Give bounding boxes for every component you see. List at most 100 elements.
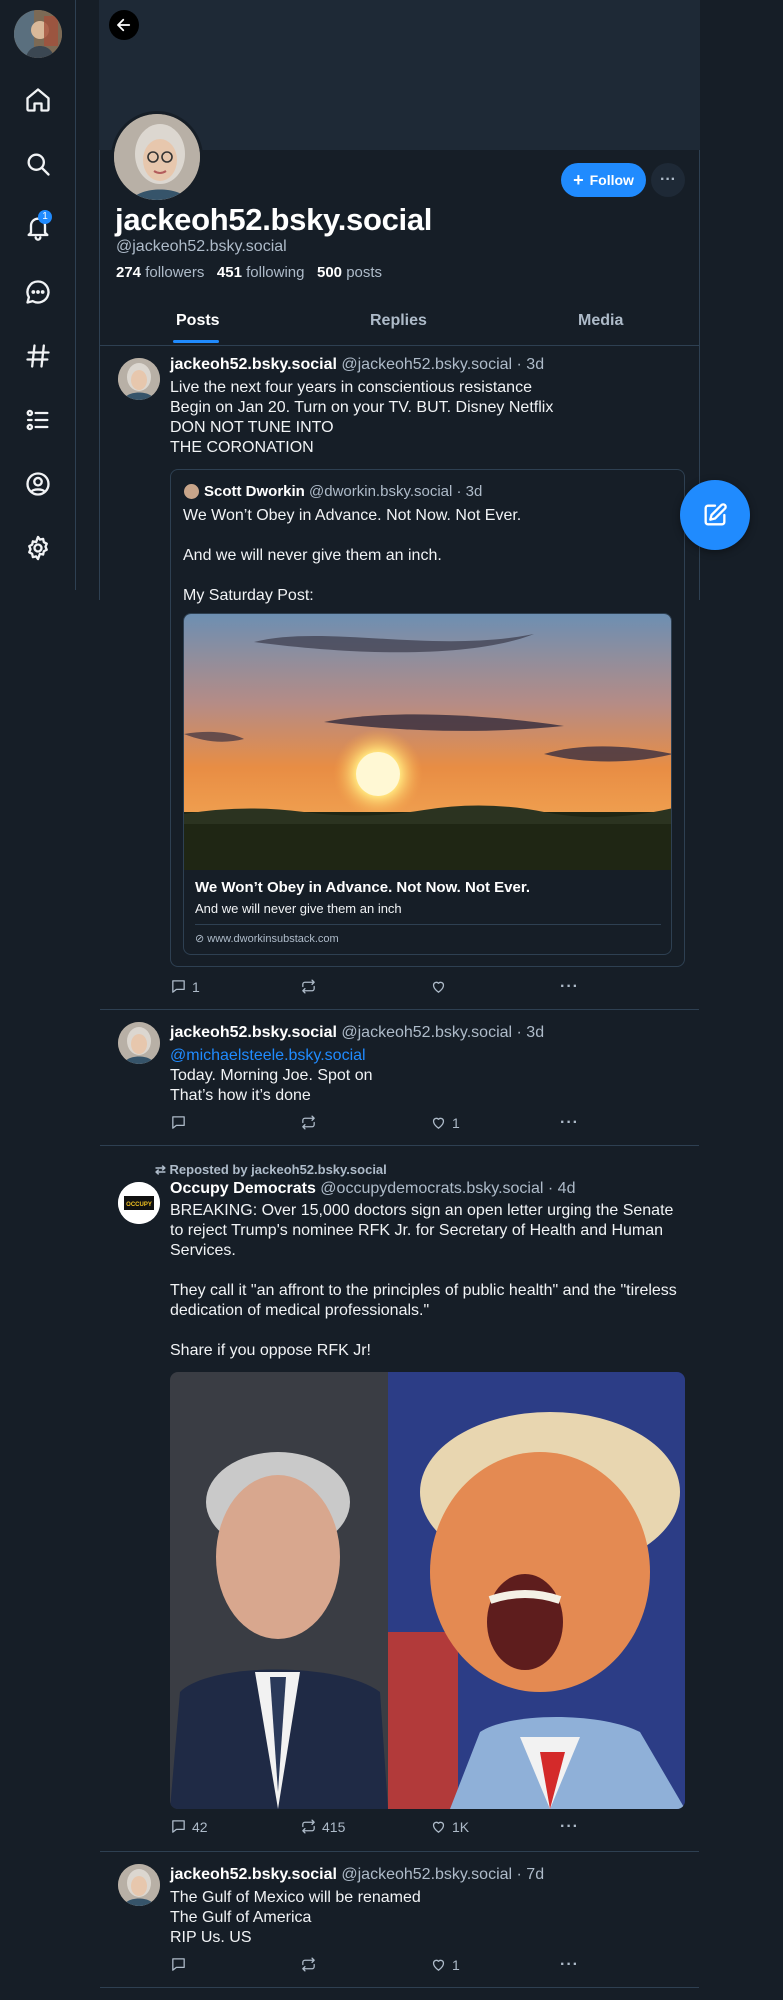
like-button[interactable]: 1 <box>430 1956 460 1973</box>
post-more-button[interactable]: ··· <box>560 1818 579 1836</box>
link-card-description: And we will never give them an inch <box>195 901 402 916</box>
reply-icon <box>172 1116 185 1129</box>
link-card-domain: ⊘ www.dworkinsubstack.com <box>195 933 339 945</box>
post-handle[interactable]: @occupydemocrats.bsky.social <box>320 1180 543 1197</box>
profile-more-button[interactable]: ··· <box>651 163 685 197</box>
post-avatar[interactable] <box>118 358 160 400</box>
quote-author[interactable]: Scott Dworkin <box>204 483 305 500</box>
quote-time: · 3d <box>456 483 483 500</box>
reply-button[interactable] <box>170 1114 192 1131</box>
repost-button[interactable] <box>300 978 322 995</box>
reply-button[interactable]: 42 <box>170 1818 208 1835</box>
reply-icon <box>172 980 185 993</box>
following-link[interactable]: 451 following <box>217 264 305 281</box>
tab-replies[interactable]: Replies <box>370 312 427 330</box>
profile-icon[interactable] <box>24 470 52 498</box>
post-actions: 42 415 1K ··· <box>170 1818 690 1838</box>
quote-meta: Scott Dworkin @dworkin.bsky.social · 3d <box>204 483 482 500</box>
reply-button[interactable]: 1 <box>170 978 200 995</box>
my-avatar[interactable] <box>14 10 62 58</box>
search-icon[interactable] <box>24 150 52 178</box>
sidebar: 1 <box>0 0 76 590</box>
quoted-post[interactable]: Scott Dworkin @dworkin.bsky.social · 3d … <box>170 469 685 967</box>
post-handle[interactable]: @jackeoh52.bsky.social <box>341 356 512 373</box>
repost-icon <box>302 979 315 994</box>
post-actions: 1 ··· <box>170 1114 690 1134</box>
post-actions: 1 ··· <box>170 1956 690 1976</box>
heart-icon <box>432 981 445 993</box>
post-author[interactable]: jackeoh52.bsky.social <box>170 1866 337 1883</box>
heart-icon <box>432 1821 445 1833</box>
post-text: The Gulf of Mexico will be renamed The G… <box>170 1889 421 1946</box>
repost-icon <box>302 1957 315 1972</box>
post-meta: jackeoh52.bsky.social @jackeoh52.bsky.so… <box>170 1024 544 1042</box>
post-more-button[interactable]: ··· <box>560 1114 579 1132</box>
post-more-button[interactable]: ··· <box>560 978 579 996</box>
link-card-divider <box>195 924 661 925</box>
display-name: jackeoh52.bsky.social <box>115 202 433 237</box>
tab-active-indicator <box>173 340 219 343</box>
post-meta: jackeoh52.bsky.social @jackeoh52.bsky.so… <box>170 1866 544 1884</box>
reply-button[interactable] <box>170 1956 192 1973</box>
compose-button[interactable] <box>680 480 750 550</box>
link-card[interactable]: We Won’t Obey in Advance. Not Now. Not E… <box>183 613 672 955</box>
arrow-left-icon <box>117 18 131 32</box>
post-avatar[interactable]: OCCUPY <box>118 1182 160 1224</box>
home-icon[interactable] <box>24 86 52 114</box>
repost-icon <box>302 1819 315 1834</box>
repost-icon <box>302 1115 315 1130</box>
post-author[interactable]: jackeoh52.bsky.social <box>170 356 337 373</box>
back-button[interactable] <box>109 10 139 40</box>
post-time[interactable]: · 3d <box>517 356 545 373</box>
notification-badge: 1 <box>38 210 52 224</box>
lists-icon[interactable] <box>24 406 52 434</box>
post-handle[interactable]: @jackeoh52.bsky.social <box>341 1866 512 1883</box>
compose-icon <box>704 503 727 526</box>
tab-posts[interactable]: Posts <box>176 312 220 330</box>
post-time[interactable]: · 4d <box>548 1180 576 1197</box>
post-time[interactable]: · 7d <box>517 1866 545 1883</box>
quote-text: We Won’t Obey in Advance. Not Now. Not E… <box>183 507 522 604</box>
post-text: Live the next four years in conscientiou… <box>170 379 554 456</box>
chat-icon[interactable] <box>24 278 52 306</box>
feed-post[interactable]: jackeoh52.bsky.social @jackeoh52.bsky.so… <box>100 1010 699 1146</box>
reply-icon <box>172 1820 185 1833</box>
plus-icon: + <box>573 170 584 190</box>
repost-indicator[interactable]: ⇄ Reposted by jackeoh52.bsky.social <box>155 1162 387 1178</box>
post-actions: 1 ··· <box>170 978 690 998</box>
heart-icon <box>432 1959 445 1971</box>
post-text: Today. Morning Joe. Spot on That’s how i… <box>170 1067 373 1104</box>
repost-button[interactable] <box>300 1956 322 1973</box>
profile-avatar[interactable] <box>111 111 203 203</box>
profile-handle: @jackeoh52.bsky.social <box>116 238 287 255</box>
like-button[interactable]: 1K <box>430 1818 469 1835</box>
post-image[interactable] <box>170 1372 685 1809</box>
post-mention[interactable]: @michaelsteele.bsky.social <box>170 1046 690 1066</box>
followers-link[interactable]: 274 followers <box>116 264 204 281</box>
link-card-title: We Won’t Obey in Advance. Not Now. Not E… <box>195 879 531 896</box>
post-avatar[interactable] <box>118 1022 160 1064</box>
gear-icon[interactable] <box>24 534 52 562</box>
photo-content <box>170 1372 685 1809</box>
post-avatar[interactable] <box>118 1864 160 1906</box>
globe-icon: ⊘ <box>195 933 205 945</box>
repost-button[interactable] <box>300 1114 322 1131</box>
follow-button[interactable]: + Follow <box>561 163 646 197</box>
tab-media[interactable]: Media <box>578 312 623 330</box>
repost-button[interactable]: 415 <box>300 1818 345 1835</box>
post-author[interactable]: jackeoh52.bsky.social <box>170 1024 337 1041</box>
post-handle[interactable]: @jackeoh52.bsky.social <box>341 1024 512 1041</box>
repost-icon: ⇄ <box>155 1162 166 1177</box>
bell-icon[interactable]: 1 <box>24 210 52 242</box>
post-more-button[interactable]: ··· <box>560 1956 579 1974</box>
post-time[interactable]: · 3d <box>517 1024 545 1041</box>
post-author[interactable]: Occupy Democrats <box>170 1180 316 1197</box>
posts-count: 500 posts <box>317 264 383 281</box>
profile-stats: 274 followers 451 following 500 posts <box>116 264 382 281</box>
like-button[interactable]: 1 <box>430 1114 460 1131</box>
svg-text:OCCUPY: OCCUPY <box>126 1202 152 1208</box>
like-button[interactable] <box>430 978 452 995</box>
hashtag-icon[interactable] <box>24 342 52 370</box>
feed-post[interactable]: jackeoh52.bsky.social @jackeoh52.bsky.so… <box>100 1852 699 1988</box>
reply-icon <box>172 1958 185 1971</box>
